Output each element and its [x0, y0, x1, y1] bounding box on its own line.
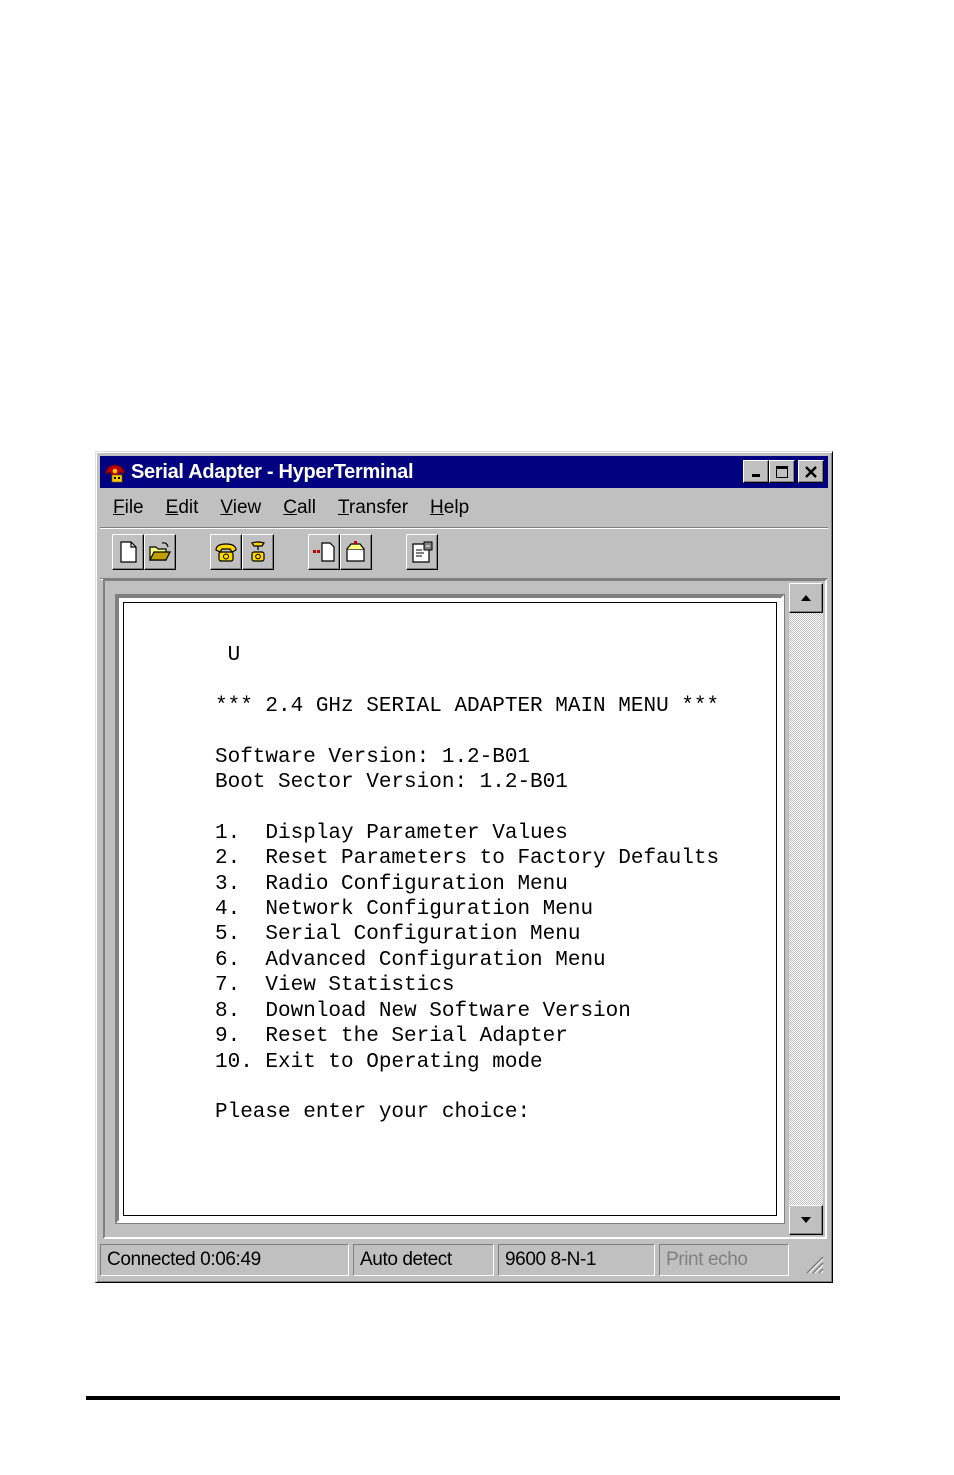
menu-option: 4. Network Configuration Menu	[215, 898, 594, 922]
maximize-icon	[776, 465, 788, 478]
minimize-icon	[752, 473, 760, 477]
terminal-output: U *** 2.4 GHz SERIAL ADAPTER MAIN MENU *…	[215, 643, 719, 1126]
open-icon	[149, 542, 171, 561]
menu-option: 5. Serial Configuration Menu	[215, 923, 581, 947]
menu-option: 2. Reset Parameters to Factory Defaults	[215, 847, 720, 871]
terminal-area[interactable]: U *** 2.4 GHz SERIAL ADAPTER MAIN MENU *…	[103, 579, 827, 1239]
menu-view[interactable]: View	[207, 497, 270, 519]
menu-option: 9. Reset the Serial Adapter	[215, 1025, 568, 1049]
software-version: Software Version: 1.2-B01	[215, 745, 531, 769]
close-button[interactable]	[798, 460, 824, 483]
connection-status: Connected 0:06:49	[100, 1244, 349, 1276]
send-button[interactable]	[308, 534, 340, 570]
close-icon	[805, 465, 817, 478]
properties-button[interactable]	[406, 534, 438, 570]
choice-prompt: Please enter your choice:	[215, 1101, 531, 1125]
receive-button[interactable]	[340, 534, 372, 570]
open-button[interactable]	[144, 534, 176, 570]
menu-help[interactable]: Help	[417, 497, 478, 519]
toolbar	[112, 534, 812, 574]
menu-option: 10. Exit to Operating mode	[215, 1050, 543, 1074]
menu-option: 8. Download New Software Version	[215, 999, 631, 1023]
title-bar[interactable]: Serial Adapter - HyperTerminal	[100, 456, 828, 488]
menu-heading: *** 2.4 GHz SERIAL ADAPTER MAIN MENU ***	[215, 694, 720, 718]
page-rule	[86, 1396, 840, 1400]
port-settings: 9600 8-N-1	[498, 1244, 655, 1276]
window-title: Serial Adapter - HyperTerminal	[131, 460, 414, 483]
terminal-screen[interactable]: U *** 2.4 GHz SERIAL ADAPTER MAIN MENU *…	[115, 594, 785, 1224]
minimize-button[interactable]	[743, 460, 769, 483]
disconnect-icon	[251, 541, 265, 562]
hyperterminal-window: Serial Adapter - HyperTerminal File Edit…	[95, 451, 833, 1283]
menu-file[interactable]: File	[100, 497, 153, 519]
menu-option: 3. Radio Configuration Menu	[215, 872, 568, 896]
receive-icon	[346, 541, 365, 562]
vertical-scrollbar[interactable]	[789, 583, 823, 1235]
arrow-up-icon	[801, 595, 811, 601]
menu-separator	[100, 527, 828, 529]
new-button[interactable]	[112, 534, 144, 570]
print-echo-status: Print echo	[659, 1244, 789, 1276]
maximize-button[interactable]	[769, 460, 795, 483]
menu-option: 7. View Statistics	[215, 974, 455, 998]
new-icon	[120, 541, 137, 563]
scroll-up-button[interactable]	[789, 583, 823, 613]
menu-transfer[interactable]: Transfer	[325, 497, 417, 519]
hyperterminal-app-icon	[103, 460, 127, 484]
status-bar: Connected 0:06:49 Auto detect 9600 8-N-1…	[100, 1244, 828, 1278]
disconnect-button[interactable]	[242, 534, 274, 570]
send-icon	[313, 542, 335, 562]
terminal-line: U	[215, 644, 241, 667]
scroll-down-button[interactable]	[789, 1205, 823, 1235]
connect-button[interactable]	[210, 534, 242, 570]
menu-edit[interactable]: Edit	[153, 497, 208, 519]
boot-sector-version: Boot Sector Version: 1.2-B01	[215, 771, 568, 795]
detect-status: Auto detect	[353, 1244, 494, 1276]
arrow-down-icon	[801, 1217, 811, 1223]
connect-icon	[215, 543, 237, 562]
menu-call[interactable]: Call	[270, 497, 325, 519]
properties-icon	[412, 541, 433, 563]
menu-option: 6. Advanced Configuration Menu	[215, 948, 606, 972]
resize-grip-icon[interactable]	[802, 1252, 824, 1274]
menu-option: 1. Display Parameter Values	[215, 821, 568, 845]
menu-bar: File Edit View Call Transfer Help	[100, 492, 828, 524]
